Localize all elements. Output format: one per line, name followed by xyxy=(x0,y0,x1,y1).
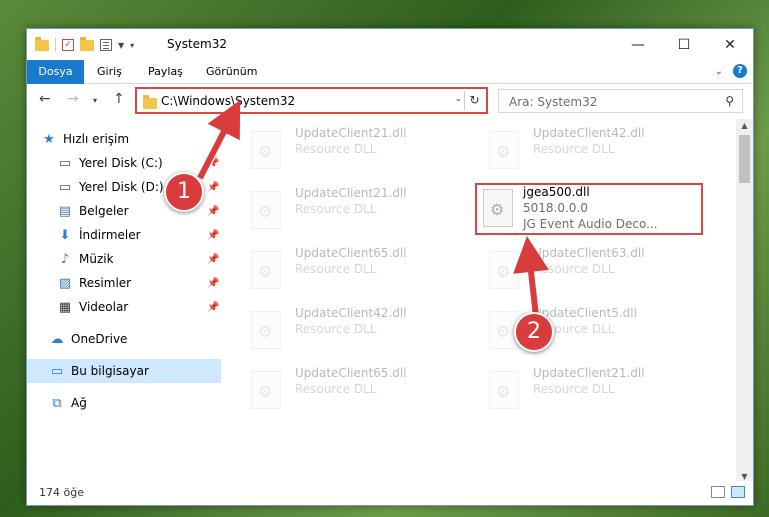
pin-icon[interactable]: 📌 xyxy=(207,278,219,289)
pin-icon[interactable]: 📌 xyxy=(207,206,219,217)
dll-file-icon xyxy=(251,311,281,349)
sidebar-item-this-pc[interactable]: ▭ Bu bilgisayar xyxy=(27,359,221,383)
details-view-icon[interactable] xyxy=(711,486,725,498)
dll-file-icon xyxy=(251,371,281,409)
music-icon: ♪ xyxy=(60,251,70,267)
scroll-thumb[interactable] xyxy=(739,135,750,183)
step-badge-2: 2 xyxy=(514,312,554,352)
tiles-view-icon[interactable] xyxy=(731,486,745,498)
dll-file-icon xyxy=(251,191,281,229)
computer-icon: ▭ xyxy=(50,363,64,379)
sidebar-item-pictures[interactable]: ▨ Resimler 📌 xyxy=(27,271,221,295)
network-icon: ⧉ xyxy=(52,395,62,411)
cloud-icon: ☁ xyxy=(50,331,64,347)
file-item[interactable]: UpdateClient63.dll Resource DLL xyxy=(475,243,703,295)
vertical-scrollbar[interactable]: ▲ ▼ xyxy=(736,119,753,483)
expand-ribbon-icon[interactable]: ⌄ xyxy=(715,66,723,77)
recent-locations-icon[interactable]: ▾ xyxy=(93,96,97,105)
file-list: UpdateClient21.dll Resource DLL UpdateCl… xyxy=(237,121,737,483)
drive-icon: ▭ xyxy=(58,155,72,171)
file-item[interactable]: UpdateClient42.dll Resource DLL xyxy=(475,123,703,175)
sidebar-item-quick-access[interactable]: ★ Hızlı erişim xyxy=(27,127,221,151)
ribbon-right: ⌄ ? xyxy=(715,64,747,78)
file-item[interactable]: UpdateClient65.dll Resource DLL xyxy=(237,363,465,415)
file-item[interactable]: UpdateClient21.dll Resource DLL xyxy=(475,363,703,415)
maximize-button[interactable]: ☐ xyxy=(661,29,707,60)
folder-icon xyxy=(143,95,157,109)
scroll-down-icon[interactable]: ▼ xyxy=(736,472,753,481)
customize-qat-icon[interactable]: ▾ xyxy=(130,41,134,50)
folder-icon xyxy=(35,36,49,51)
step-badge-1: 1 xyxy=(164,172,204,212)
address-bar[interactable]: C:\Windows\System32 ⌄ ↻ xyxy=(135,87,488,114)
sidebar-item-onedrive[interactable]: ☁ OneDrive xyxy=(27,327,221,351)
tab-view[interactable]: Görünüm xyxy=(194,60,269,84)
search-input[interactable]: Ara: System32 ⚲ xyxy=(498,89,743,113)
address-dropdown-icon[interactable]: ⌄ xyxy=(454,94,462,104)
up-arrow-icon[interactable]: ↑ xyxy=(113,91,125,107)
sidebar-item-downloads[interactable]: ⬇ İndirmeler 📌 xyxy=(27,223,221,247)
view-buttons xyxy=(711,486,745,498)
search-icon[interactable]: ⚲ xyxy=(725,94,734,108)
file-item-jgea500[interactable]: jgea500.dll 5018.0.0.0 JG Event Audio De… xyxy=(475,183,703,235)
minimize-button[interactable]: — xyxy=(615,29,661,60)
sidebar-item-network[interactable]: ⧉ Ağ xyxy=(27,391,221,415)
close-button[interactable]: ✕ xyxy=(707,29,753,60)
scroll-up-icon[interactable]: ▲ xyxy=(736,121,753,130)
file-item[interactable]: UpdateClient42.dll Resource DLL xyxy=(237,303,465,355)
file-item[interactable]: UpdateClient65.dll Resource DLL xyxy=(237,243,465,295)
tab-home[interactable]: Giriş xyxy=(85,60,134,84)
navigation-bar: ← → ▾ ↑ C:\Windows\System32 ⌄ ↻ Ara: Sys… xyxy=(27,85,753,117)
pin-icon[interactable]: 📌 xyxy=(207,182,219,193)
back-arrow-icon[interactable]: ← xyxy=(39,91,51,107)
window-title: System32 xyxy=(167,37,228,51)
search-placeholder: Ara: System32 xyxy=(509,95,598,109)
pin-icon[interactable]: 📌 xyxy=(207,230,219,241)
explorer-window: ✓ ▼ ▾ System32 — ☐ ✕ Dosya Giriş Paylaş … xyxy=(26,28,754,506)
dll-file-icon xyxy=(489,371,519,409)
tab-share[interactable]: Paylaş xyxy=(136,60,195,84)
status-bar: 174 öğe xyxy=(27,481,753,505)
forward-arrow-icon[interactable]: → xyxy=(67,91,79,107)
file-item[interactable]: UpdateClient21.dll Resource DLL xyxy=(237,183,465,235)
pin-icon[interactable]: 📌 xyxy=(207,254,219,265)
drive-icon: ▭ xyxy=(58,179,72,195)
document-icon: ▤ xyxy=(58,203,72,219)
pin-icon[interactable]: 📌 xyxy=(207,158,219,169)
file-item[interactable]: UpdateClient5.dll Resource DLL xyxy=(475,303,703,355)
item-count: 174 öğe xyxy=(39,486,84,499)
quick-access-toolbar: ✓ ▼ ▾ xyxy=(35,36,134,54)
address-path: C:\Windows\System32 xyxy=(161,94,296,108)
dll-file-icon xyxy=(489,251,519,289)
sidebar-item-music[interactable]: ♪ Müzik 📌 xyxy=(27,247,221,271)
dll-file-icon xyxy=(483,189,513,227)
properties-icon[interactable] xyxy=(100,39,112,51)
pictures-icon: ▨ xyxy=(58,275,72,291)
dll-file-icon xyxy=(489,131,519,169)
dll-file-icon xyxy=(251,251,281,289)
sidebar-item-videos[interactable]: ▦ Videolar 📌 xyxy=(27,295,221,319)
window-controls: — ☐ ✕ xyxy=(615,29,753,60)
star-icon: ★ xyxy=(43,131,55,147)
refresh-icon[interactable]: ↻ xyxy=(464,91,484,110)
download-icon: ⬇ xyxy=(59,227,71,243)
properties-check-icon[interactable]: ✓ xyxy=(62,39,74,51)
dll-file-icon xyxy=(251,131,281,169)
ribbon-tabs: Dosya Giriş Paylaş Görünüm ⌄ ? xyxy=(27,60,753,84)
tab-file[interactable]: Dosya xyxy=(27,60,84,84)
video-icon: ▦ xyxy=(58,299,72,315)
separator xyxy=(55,38,56,52)
chevron-down-icon[interactable]: ▼ xyxy=(118,41,124,50)
pin-icon[interactable]: 📌 xyxy=(207,302,219,313)
new-folder-icon[interactable] xyxy=(80,36,94,51)
title-bar: ✓ ▼ ▾ System32 — ☐ ✕ xyxy=(27,29,753,60)
file-item[interactable]: UpdateClient21.dll Resource DLL xyxy=(237,123,465,175)
help-icon[interactable]: ? xyxy=(733,64,747,78)
sidebar-item-disk-c[interactable]: ▭ Yerel Disk (C:) 📌 xyxy=(27,151,221,175)
